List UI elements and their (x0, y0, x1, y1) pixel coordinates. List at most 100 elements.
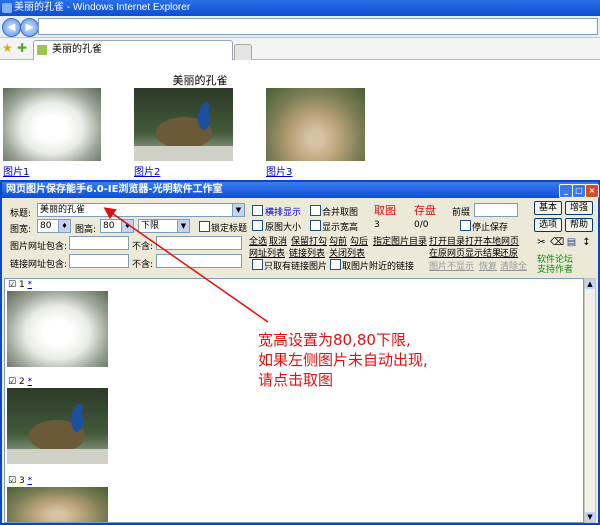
url-include-label: 图片网址包含: (10, 242, 68, 252)
link-clear-all[interactable]: 清除全 (500, 259, 527, 272)
scroll-down-icon[interactable]: ▼ (585, 512, 595, 522)
monitor-icon[interactable]: ▤ (565, 236, 578, 249)
annotation-line-2: 如果左侧图片未自动出现, (258, 351, 428, 369)
merge-checkbox[interactable] (310, 205, 321, 216)
item-mark[interactable]: * (28, 476, 33, 486)
original-size-checkbox[interactable] (252, 220, 263, 231)
peacock-blue-figure (7, 404, 108, 464)
forward-arrow-icon[interactable]: ▶ (20, 18, 39, 37)
chevron-down-icon[interactable]: ▼ (177, 220, 189, 232)
item-index: 2 (18, 377, 25, 387)
address-bar-row: ◀ ▶ (0, 16, 600, 38)
image-link-3[interactable]: 图片3 (266, 163, 292, 178)
crop-tool-icon[interactable]: ✂ (535, 236, 548, 249)
help-button[interactable]: 帮助 (565, 218, 593, 232)
page-icon (37, 45, 47, 55)
enhance-button[interactable]: 增强 (565, 201, 593, 215)
list-item[interactable]: ☑ 1 * (8, 280, 32, 290)
list-image-3[interactable] (7, 487, 108, 522)
link-link-list[interactable]: 链接列表 (289, 246, 325, 259)
add-favorite-icon[interactable]: ✚ (17, 41, 27, 55)
link-set-folder[interactable]: 指定图片目录 (373, 234, 427, 247)
link-hide-images[interactable]: 图片不显示 (429, 259, 474, 272)
item-checkbox-icon[interactable]: ☑ (8, 476, 16, 486)
annotation-line-1: 宽高设置为80,80下限, (258, 331, 411, 349)
peacock-image-1[interactable] (3, 88, 101, 161)
height-value: 80 (103, 221, 115, 231)
new-tab-button[interactable] (234, 44, 252, 60)
options-button[interactable]: 选项 (534, 218, 562, 232)
peacock-blue-figure (134, 102, 233, 161)
horizontal-checkbox[interactable] (252, 205, 263, 216)
only-linked-label: 只取有链接图片 (264, 262, 328, 272)
item-checkbox-icon[interactable]: ☑ (8, 377, 16, 387)
near-link-checkbox[interactable] (330, 259, 341, 270)
list-item[interactable]: ☑ 3 * (8, 476, 32, 486)
ie-logo-icon (2, 3, 12, 13)
link-include-input[interactable] (69, 254, 129, 268)
stop-save-label: 停止保存 (472, 223, 509, 233)
limit-value: 下限 (141, 221, 160, 231)
url-exclude-label: 不含: (132, 242, 154, 252)
only-linked-checkbox[interactable] (252, 259, 263, 270)
image-list: ☑ 1 * ☑ 2 * ☑ 3 * (4, 278, 584, 523)
image-link-2[interactable]: 图片2 (134, 163, 160, 178)
item-checkbox-icon[interactable]: ☑ (8, 280, 16, 290)
link-exclude-input[interactable] (156, 254, 242, 268)
limit-select[interactable]: 下限 ▼ (138, 219, 190, 233)
chevron-down-icon[interactable]: ▼ (232, 204, 244, 216)
minimize-icon[interactable]: _ (559, 184, 573, 198)
eraser-icon[interactable]: ⌫ (550, 236, 564, 249)
link-restore[interactable]: 还原 (500, 246, 518, 259)
browser-title-bar: 美丽的孔雀 - Windows Internet Explorer (0, 0, 600, 16)
maximize-icon[interactable]: □ (572, 184, 586, 198)
peacock-image-2[interactable] (134, 88, 233, 161)
near-link-label: 取图片附近的链接 (342, 262, 415, 272)
grab-button[interactable]: 取图 (374, 202, 396, 218)
title-value: 美丽的孔雀 (40, 205, 86, 215)
width-value: 80 (40, 221, 52, 231)
back-arrow-icon[interactable]: ◀ (2, 18, 21, 37)
browser-window-title: 美丽的孔雀 - Windows Internet Explorer (14, 2, 191, 13)
support-link[interactable]: 支持作者 (537, 262, 573, 275)
width-stepper[interactable]: 80 ♦ (37, 219, 71, 233)
url-exclude-input[interactable] (156, 236, 242, 250)
url-include-input[interactable] (69, 236, 129, 250)
stop-save-checkbox[interactable] (460, 220, 471, 231)
scroll-up-icon[interactable]: ▲ (585, 279, 595, 289)
list-item[interactable]: ☑ 2 * (8, 377, 32, 387)
spin-icon[interactable]: ♦ (58, 220, 70, 232)
basic-button[interactable]: 基本 (534, 201, 562, 215)
link-show-in-page[interactable]: 在原网页显示结果 (429, 246, 501, 259)
title-combobox[interactable]: 美丽的孔雀 ▼ (37, 203, 245, 217)
move-icon[interactable]: ↕ (580, 236, 593, 249)
peacock-image-3[interactable] (266, 88, 365, 161)
link-recover[interactable]: 恢复 (479, 259, 497, 272)
favorites-star-icon[interactable]: ★ (2, 41, 13, 55)
list-image-1[interactable] (7, 291, 108, 367)
app-title-bar: 网页图片保存能手6.0-IE浏览器-光明软件工作室 _ □ × (2, 182, 599, 198)
lock-title-checkbox[interactable] (199, 221, 210, 232)
height-stepper[interactable]: 80 ♦ (100, 219, 134, 233)
close-icon[interactable]: × (585, 184, 599, 198)
item-mark[interactable]: * (28, 280, 33, 290)
image-link-1[interactable]: 图片1 (3, 163, 29, 178)
link-url-list[interactable]: 网址列表 (249, 246, 285, 259)
original-size-label: 原图大小 (265, 223, 302, 233)
tab-active[interactable]: 美丽的孔雀 (33, 40, 233, 60)
prefix-input[interactable] (474, 203, 518, 217)
prefix-label: 前缀 (452, 208, 471, 218)
item-index: 3 (18, 476, 25, 486)
link-exclude-label: 不含: (132, 260, 154, 270)
item-mark[interactable]: * (28, 377, 33, 387)
horizontal-label: 横排显示 (265, 208, 302, 218)
address-input[interactable] (38, 18, 598, 35)
list-scrollbar[interactable]: ▲ ▼ (584, 278, 596, 523)
save-button[interactable]: 存盘 (414, 202, 436, 218)
link-close-list[interactable]: 关闭列表 (329, 246, 365, 259)
show-wh-checkbox[interactable] (310, 220, 321, 231)
spin-icon[interactable]: ♦ (121, 220, 133, 232)
merge-label: 合并取图 (322, 208, 359, 218)
item-index: 1 (18, 280, 25, 290)
list-image-2[interactable] (7, 388, 108, 464)
